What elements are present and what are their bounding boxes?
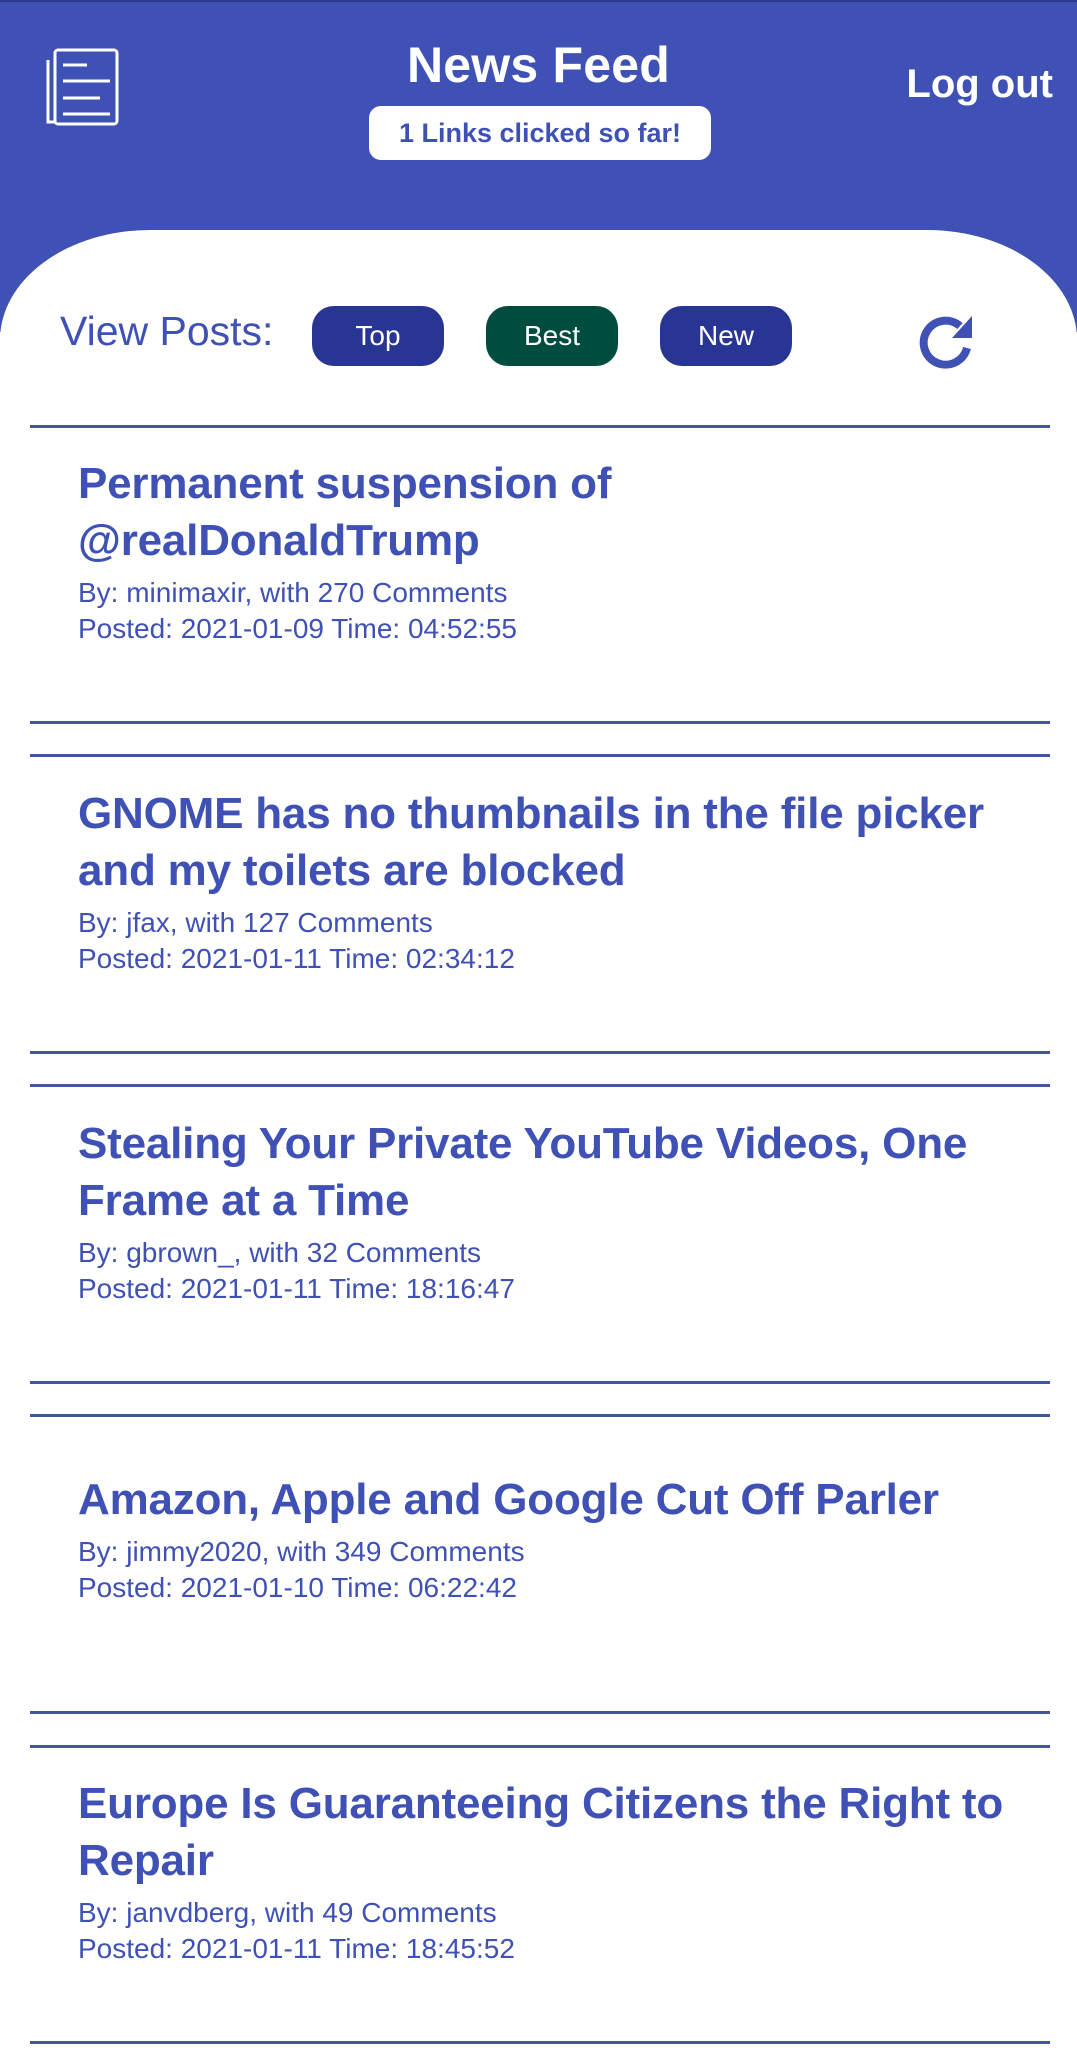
- post-item[interactable]: Permanent suspension of @realDonaldTrump…: [30, 455, 1050, 647]
- divider: [30, 1381, 1050, 1384]
- view-posts-label: View Posts:: [60, 308, 274, 354]
- filter-new-button[interactable]: New: [660, 306, 792, 366]
- divider: [30, 425, 1050, 428]
- post-byline: By: minimaxir, with 270 Comments: [78, 577, 508, 608]
- divider: [30, 754, 1050, 757]
- post-item[interactable]: GNOME has no thumbnails in the file pick…: [30, 785, 1050, 977]
- post-item[interactable]: Europe Is Guaranteeing Citizens the Righ…: [30, 1775, 1050, 1967]
- post-byline: By: jimmy2020, with 349 Comments: [78, 1536, 525, 1567]
- post-timestamp: Posted: 2021-01-11 Time: 18:16:47: [78, 1273, 515, 1304]
- post-item[interactable]: Stealing Your Private YouTube Videos, On…: [30, 1115, 1050, 1307]
- post-title[interactable]: Stealing Your Private YouTube Videos, On…: [30, 1115, 1050, 1229]
- divider: [30, 1084, 1050, 1087]
- post-title[interactable]: Permanent suspension of @realDonaldTrump: [30, 455, 1050, 569]
- divider: [30, 1051, 1050, 1054]
- post-title[interactable]: Amazon, Apple and Google Cut Off Parler: [30, 1471, 1050, 1528]
- divider: [30, 2041, 1050, 2044]
- refresh-icon[interactable]: [914, 304, 980, 370]
- logout-button[interactable]: Log out: [906, 62, 1053, 107]
- post-byline: By: gbrown_, with 32 Comments: [78, 1237, 482, 1268]
- links-clicked-badge: 1 Links clicked so far!: [369, 106, 711, 160]
- divider: [30, 1414, 1050, 1417]
- post-byline: By: jfax, with 127 Comments: [78, 907, 433, 938]
- filter-best-button[interactable]: Best: [486, 306, 618, 366]
- divider: [30, 1711, 1050, 1714]
- post-timestamp: Posted: 2021-01-09 Time: 04:52:55: [78, 613, 517, 644]
- post-title[interactable]: Europe Is Guaranteeing Citizens the Righ…: [30, 1775, 1050, 1889]
- post-item[interactable]: Amazon, Apple and Google Cut Off Parler …: [30, 1471, 1050, 1606]
- post-byline: By: janvdberg, with 49 Comments: [78, 1897, 497, 1928]
- divider: [30, 721, 1050, 724]
- post-timestamp: Posted: 2021-01-11 Time: 18:45:52: [78, 1933, 515, 1964]
- post-timestamp: Posted: 2021-01-11 Time: 02:34:12: [78, 943, 515, 974]
- post-timestamp: Posted: 2021-01-10 Time: 06:22:42: [78, 1572, 517, 1603]
- post-title[interactable]: GNOME has no thumbnails in the file pick…: [30, 785, 1050, 899]
- filter-top-button[interactable]: Top: [312, 306, 444, 366]
- view-posts-controls: View Posts: Top Best New: [0, 296, 1077, 376]
- divider: [30, 1745, 1050, 1748]
